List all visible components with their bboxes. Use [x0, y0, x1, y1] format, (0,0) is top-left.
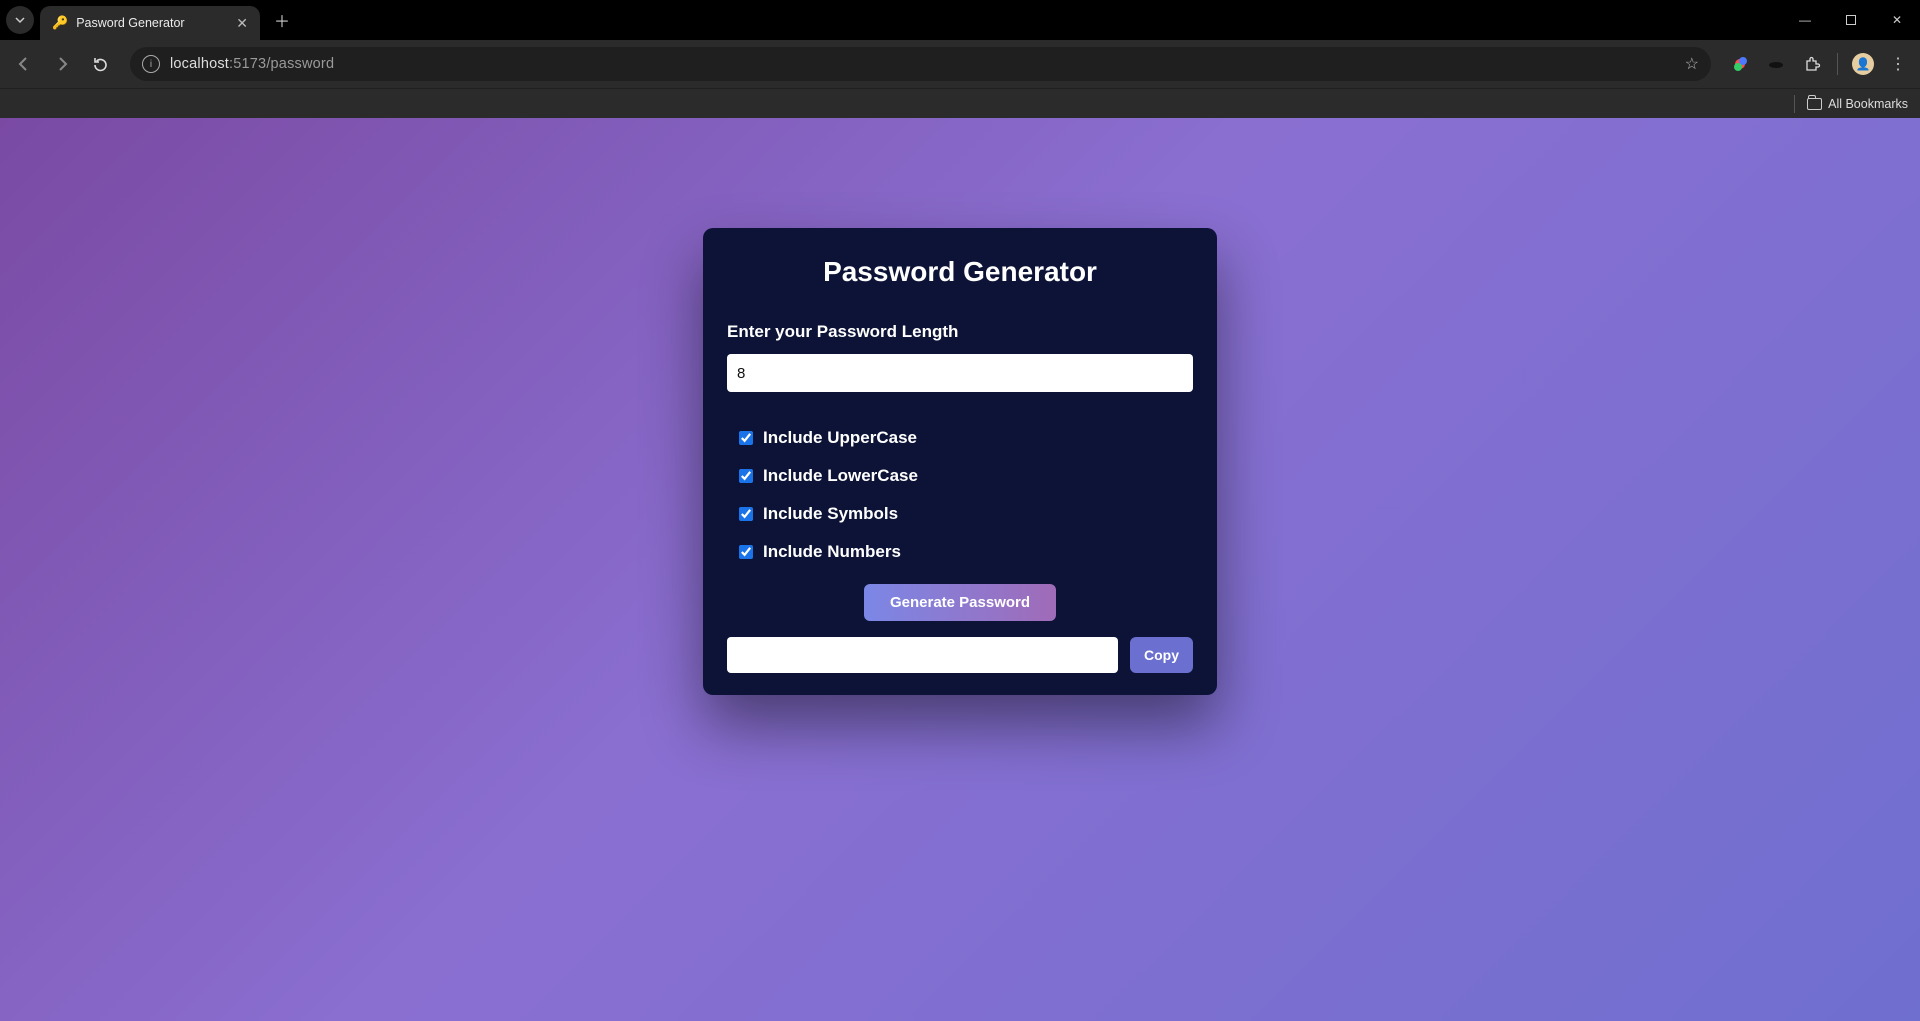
reload-button[interactable]	[84, 48, 116, 80]
browser-chrome: 🔑 Pasword Generator ✕ ＋ ― ✕ i localhost:…	[0, 0, 1920, 118]
browser-tab[interactable]: 🔑 Pasword Generator ✕	[40, 6, 260, 40]
site-info-icon[interactable]: i	[142, 55, 160, 73]
checkbox-numbers[interactable]	[739, 545, 753, 559]
tab-title: Pasword Generator	[76, 16, 228, 30]
tabs-dropdown-button[interactable]	[6, 6, 34, 34]
option-label: Include UpperCase	[763, 428, 917, 448]
profile-avatar[interactable]: 👤	[1848, 49, 1878, 79]
toolbar-separator	[1837, 53, 1838, 75]
window-controls: ― ✕	[1782, 0, 1920, 40]
page-viewport: Password Generator Enter your Password L…	[0, 118, 1920, 1021]
option-uppercase[interactable]: Include UpperCase	[739, 428, 1193, 448]
new-tab-button[interactable]: ＋	[268, 6, 296, 34]
minimize-button[interactable]: ―	[1782, 0, 1828, 40]
option-lowercase[interactable]: Include LowerCase	[739, 466, 1193, 486]
bookmarks-bar: All Bookmarks	[0, 88, 1920, 118]
address-bar[interactable]: i localhost:5173/password ☆	[130, 47, 1711, 81]
folder-icon	[1807, 98, 1822, 110]
maximize-button[interactable]	[1828, 0, 1874, 40]
generate-password-button[interactable]: Generate Password	[864, 584, 1056, 621]
all-bookmarks-button[interactable]: All Bookmarks	[1807, 97, 1908, 111]
length-label: Enter your Password Length	[727, 322, 1193, 342]
url-text: localhost:5173/password	[170, 56, 334, 72]
option-label: Include Symbols	[763, 504, 898, 524]
key-icon: 🔑	[52, 15, 68, 31]
back-button[interactable]	[8, 48, 40, 80]
options-group: Include UpperCase Include LowerCase Incl…	[739, 428, 1193, 562]
page-title: Password Generator	[727, 256, 1193, 288]
bookmark-star-icon[interactable]: ☆	[1685, 54, 1699, 74]
close-window-button[interactable]: ✕	[1874, 0, 1920, 40]
forward-button[interactable]	[46, 48, 78, 80]
option-numbers[interactable]: Include Numbers	[739, 542, 1193, 562]
url-path: :5173/password	[229, 56, 334, 72]
titlebar: 🔑 Pasword Generator ✕ ＋ ― ✕	[0, 0, 1920, 40]
extension-icon-1[interactable]	[1725, 49, 1755, 79]
option-symbols[interactable]: Include Symbols	[739, 504, 1193, 524]
password-generator-card: Password Generator Enter your Password L…	[703, 228, 1217, 695]
bookmarks-separator	[1794, 95, 1795, 113]
chrome-menu-button[interactable]: ⋮	[1884, 54, 1912, 74]
checkbox-lowercase[interactable]	[739, 469, 753, 483]
close-tab-icon[interactable]: ✕	[236, 15, 248, 32]
generated-password-output[interactable]	[727, 637, 1118, 673]
copy-button[interactable]: Copy	[1130, 637, 1193, 673]
checkbox-symbols[interactable]	[739, 507, 753, 521]
extension-icon-2[interactable]	[1761, 49, 1791, 79]
password-length-input[interactable]	[727, 354, 1193, 392]
option-label: Include LowerCase	[763, 466, 918, 486]
checkbox-uppercase[interactable]	[739, 431, 753, 445]
extensions-puzzle-icon[interactable]	[1797, 49, 1827, 79]
option-label: Include Numbers	[763, 542, 901, 562]
url-host: localhost	[170, 56, 229, 72]
toolbar: i localhost:5173/password ☆ 👤 ⋮	[0, 40, 1920, 88]
all-bookmarks-label: All Bookmarks	[1828, 97, 1908, 111]
